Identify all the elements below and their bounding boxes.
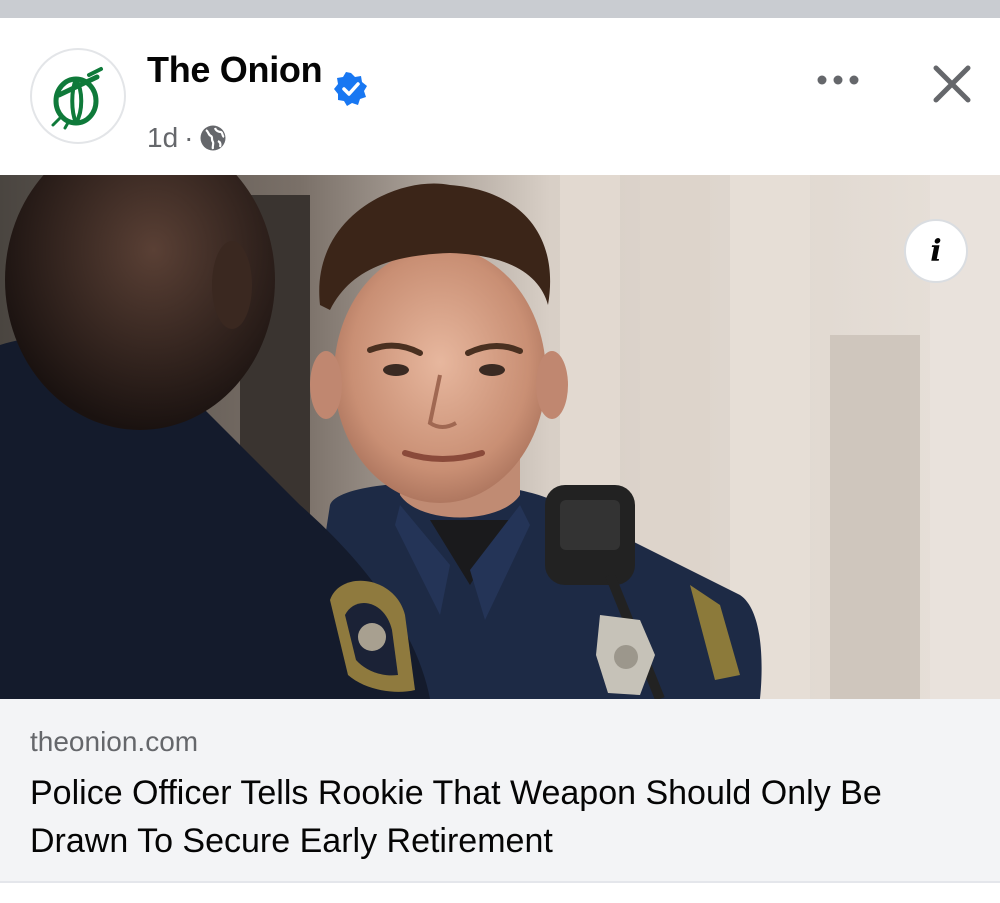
post-header: The Onion 1d · [0,18,1000,175]
link-headline[interactable]: Police Officer Tells Rookie That Weapon … [30,769,970,865]
police-officers-photo [0,175,1000,699]
close-post-button[interactable] [926,58,978,110]
link-preview-card[interactable]: theonion.com Police Officer Tells Rookie… [0,699,1000,883]
ad-info-button[interactable]: i [904,219,968,283]
more-options-icon [817,75,859,85]
post-image[interactable]: i [0,175,1000,699]
page-name[interactable]: The Onion [147,48,323,92]
page-avatar[interactable] [30,48,126,144]
verified-badge-icon [334,72,367,106]
post-meta: 1d · [147,118,227,158]
onion-logo-icon [51,67,103,130]
feed-post: The Onion 1d · i theonion.com Police Off… [0,18,1000,903]
globe-icon [200,125,226,151]
close-icon [933,65,971,103]
more-options-button[interactable] [810,60,866,100]
meta-separator: · [184,122,194,153]
top-strip [0,0,1000,18]
post-timestamp[interactable]: 1d [147,122,178,154]
link-domain: theonion.com [30,726,199,757]
